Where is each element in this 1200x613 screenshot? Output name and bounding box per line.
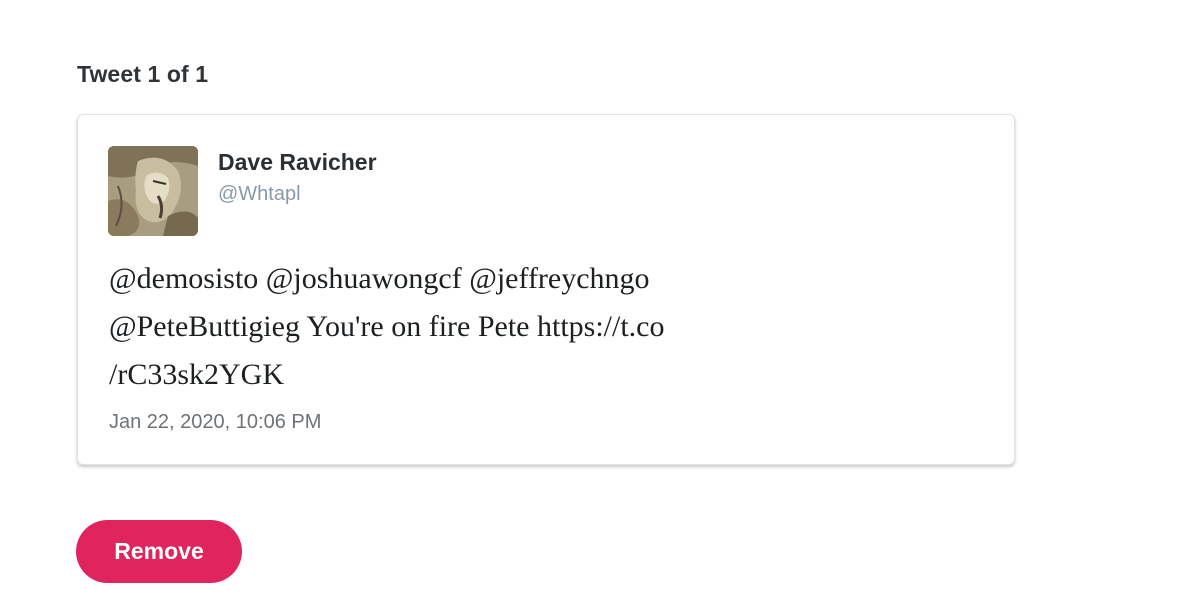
tweet-timestamp: Jan 22, 2020, 10:06 PM xyxy=(109,411,322,433)
tweet-text-line: @demosisto @joshuawongcf @jeffreychngo xyxy=(109,262,650,295)
author-avatar xyxy=(108,146,198,236)
tweet-count-heading: Tweet 1 of 1 xyxy=(77,61,209,87)
tweet-text: @demosisto @joshuawongcf @jeffreychngo @… xyxy=(109,255,829,399)
author-handle: @Whtapl xyxy=(218,183,301,205)
author-name: Dave Ravicher xyxy=(218,149,377,175)
profile-photo-icon xyxy=(108,146,198,236)
remove-button[interactable]: Remove xyxy=(76,520,242,583)
tweet-card: Dave Ravicher @Whtapl @demosisto @joshua… xyxy=(77,114,1015,465)
tweet-text-line: /rC33sk2YGK xyxy=(109,358,285,391)
tweet-text-line: @PeteButtigieg You're on fire Pete https… xyxy=(109,310,665,343)
